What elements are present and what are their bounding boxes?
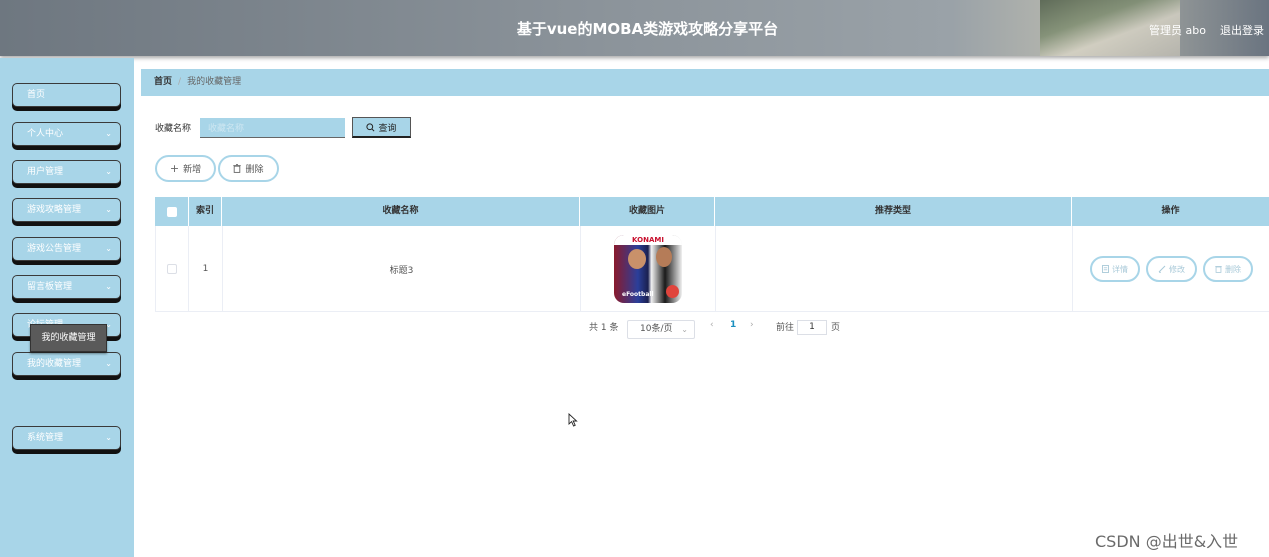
plus-icon: +	[169, 162, 180, 175]
app-title: 基于vue的MOBA类游戏攻略分享平台	[516, 20, 779, 38]
column-header-image: 收藏图片	[580, 197, 715, 226]
search-icon	[366, 122, 375, 131]
row-name: 标题3	[223, 226, 581, 312]
favorite-thumbnail-image[interactable]: KONAMI eFootball	[614, 235, 682, 303]
sidebar-item-my-favorites-management[interactable]: 我的收藏管理 ⌄	[12, 352, 121, 376]
breadcrumb-home[interactable]: 首页	[154, 77, 172, 87]
page-size-value: 10条/页	[640, 324, 673, 334]
mouse-cursor-icon	[568, 413, 578, 427]
thumbnail-badge	[666, 285, 679, 298]
sidebar-item-label: 游戏攻略管理	[27, 205, 82, 215]
sidebar-item-game-guide-management[interactable]: 游戏攻略管理 ⌄	[12, 198, 121, 222]
sidebar-subitem-my-favorites[interactable]: 我的收藏管理	[30, 324, 107, 352]
table-header: 索引 收藏名称 收藏图片 推荐类型 操作	[155, 197, 1269, 226]
goto-page-input[interactable]: 1	[797, 320, 827, 335]
chevron-down-icon: ⌄	[105, 282, 112, 291]
column-header-type: 推荐类型	[715, 197, 1072, 226]
detail-button[interactable]: 详情	[1090, 256, 1140, 282]
add-button-label: 新增	[183, 165, 202, 175]
search-label: 收藏名称	[155, 124, 192, 134]
edit-button[interactable]: 修改	[1146, 256, 1197, 282]
chevron-down-icon: ⌄	[105, 205, 112, 214]
top-header: 基于vue的MOBA类游戏攻略分享平台 管理员 abo 退出登录	[0, 0, 1269, 56]
row-type	[716, 226, 1073, 312]
chevron-down-icon: ⌄	[105, 129, 112, 138]
search-input[interactable]	[200, 118, 345, 138]
breadcrumb: 首页 / 我的收藏管理	[141, 69, 1269, 96]
column-header-index: 索引	[189, 197, 222, 226]
column-header-name: 收藏名称	[222, 197, 580, 226]
logout-link[interactable]: 退出登录	[1220, 22, 1264, 38]
chevron-down-icon: ⌄	[681, 325, 688, 334]
select-all-checkbox[interactable]	[166, 206, 177, 217]
current-page-number[interactable]: 1	[730, 320, 736, 330]
edit-pencil-icon	[1158, 265, 1166, 273]
chevron-down-icon: ⌄	[105, 167, 112, 176]
chevron-down-icon: ⌄	[105, 433, 112, 442]
sidebar-item-game-notice-management[interactable]: 游戏公告管理 ⌄	[12, 237, 121, 261]
row-select-cell	[156, 226, 189, 312]
sidebar-item-system-management[interactable]: 系统管理 ⌄	[12, 426, 121, 450]
player-figure-right	[656, 247, 672, 267]
row-checkbox[interactable]	[167, 264, 177, 274]
document-icon	[1102, 265, 1109, 273]
header-select-all-cell	[155, 197, 189, 226]
sidebar-item-label: 首页	[27, 90, 46, 100]
sidebar-item-user-management[interactable]: 用户管理 ⌄	[12, 160, 121, 184]
sidebar-item-label: 用户管理	[27, 167, 64, 177]
page-unit-label: 页	[831, 323, 841, 333]
sidebar-item-label: 个人中心	[27, 129, 64, 139]
search-button[interactable]: 查询	[352, 117, 411, 138]
edit-button-label: 修改	[1169, 264, 1185, 274]
sidebar-item-label: 游戏公告管理	[27, 244, 82, 254]
row-actions-cell: 详情 修改 删除	[1073, 226, 1269, 312]
player-figure-left	[628, 249, 646, 269]
goto-label: 前往	[776, 323, 795, 333]
sidebar-item-message-board-management[interactable]: 留言板管理 ⌄	[12, 275, 121, 299]
current-user-label: 管理员 abo	[1149, 24, 1206, 37]
sidebar-item-label: 系统管理	[27, 433, 64, 443]
prev-page-button[interactable]: ‹	[710, 320, 714, 330]
batch-delete-button[interactable]: 删除	[218, 155, 279, 182]
row-delete-button-label: 删除	[1225, 264, 1241, 274]
breadcrumb-separator: /	[178, 77, 182, 87]
pagination-total: 共 1 条	[589, 323, 619, 333]
row-delete-button[interactable]: 删除	[1203, 256, 1253, 282]
sidebar-item-label: 我的收藏管理	[27, 359, 82, 369]
next-page-button[interactable]: ›	[750, 320, 754, 330]
sidebar-item-label: 留言板管理	[27, 282, 73, 292]
detail-button-label: 详情	[1112, 264, 1128, 274]
column-header-actions: 操作	[1161, 206, 1180, 216]
thumbnail-brand-text: KONAMI	[614, 235, 682, 245]
thumbnail-caption: eFootball	[622, 291, 654, 298]
chevron-down-icon: ⌄	[105, 244, 112, 253]
row-image-cell: KONAMI eFootball	[581, 226, 716, 312]
sidebar-item-personal-center[interactable]: 个人中心 ⌄	[12, 122, 121, 146]
watermark-text: CSDN @出世&入世	[1095, 532, 1239, 551]
add-button[interactable]: + 新增	[155, 155, 216, 182]
row-index: 1	[189, 226, 223, 312]
page-size-select[interactable]: 10条/页 ⌄	[627, 320, 695, 339]
table-row: 1 标题3 KONAMI eFootball 详情 修改 删除	[155, 226, 1269, 312]
sidebar-item-home[interactable]: 首页	[12, 83, 121, 107]
trash-icon	[1215, 266, 1222, 273]
trash-icon	[233, 164, 242, 173]
chevron-down-icon: ⌄	[105, 359, 112, 368]
delete-button-label: 删除	[245, 165, 264, 175]
breadcrumb-current: 我的收藏管理	[187, 77, 242, 87]
search-button-label: 查询	[378, 123, 397, 134]
